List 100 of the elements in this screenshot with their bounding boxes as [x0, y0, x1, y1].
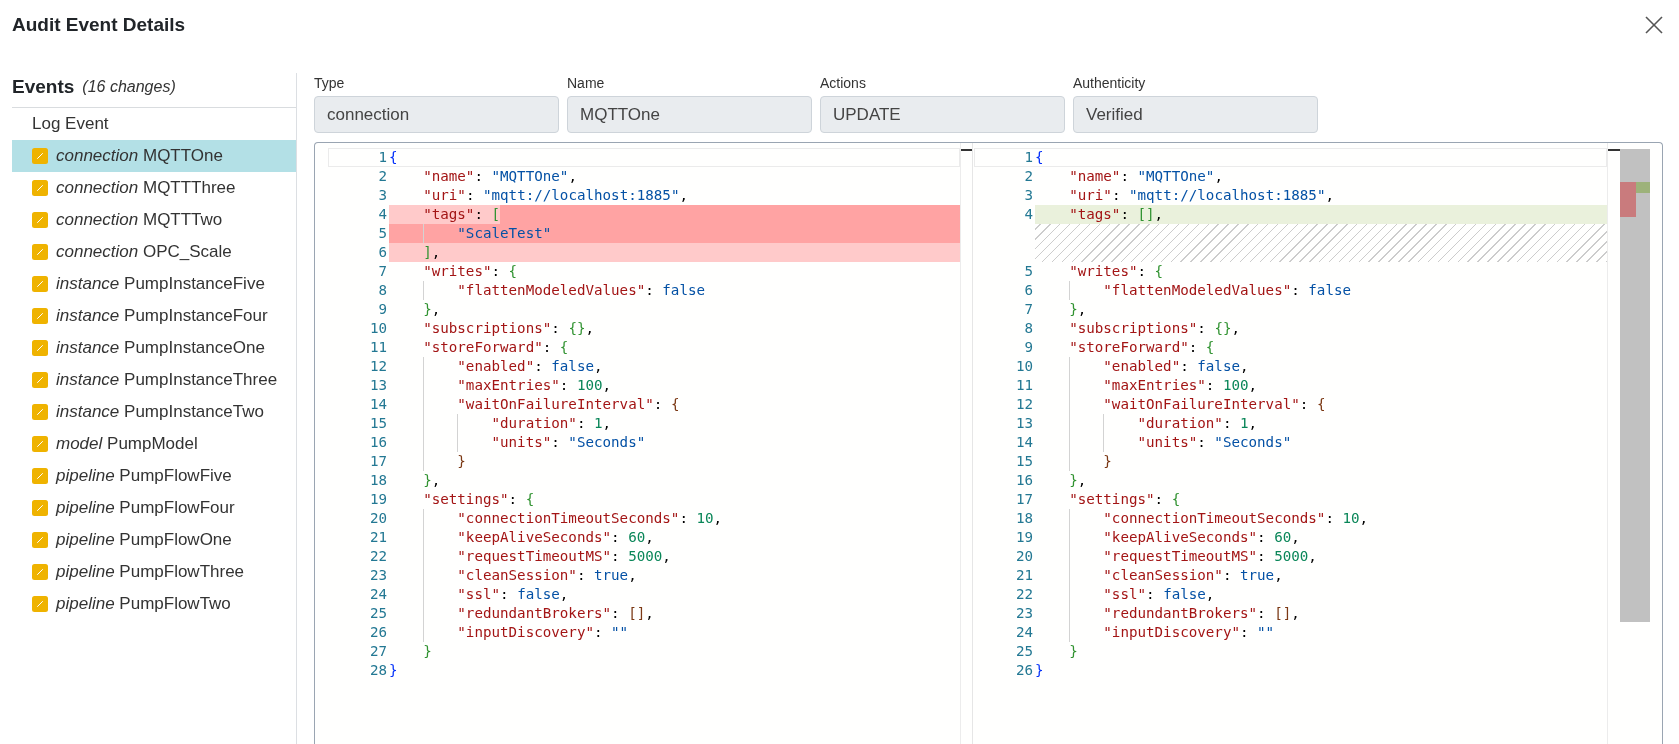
code-line: "flattenModeledValues": false	[1035, 281, 1352, 300]
line-number: 13	[369, 376, 387, 395]
code-line: },	[1068, 471, 1087, 490]
line-number: 15	[369, 414, 387, 433]
line-number: 23	[369, 566, 387, 585]
dialog-title: Audit Event Details	[12, 14, 186, 36]
code-line: }	[422, 642, 432, 661]
code-line: }	[389, 661, 398, 680]
code-line: "maxEntries": 100,	[389, 376, 612, 395]
line-number: 14	[1015, 433, 1033, 452]
line-number: 9	[378, 300, 387, 319]
line-number: 26	[1015, 661, 1033, 680]
line-number: 2	[1024, 167, 1033, 186]
line-number: 14	[369, 395, 387, 414]
readonly-field[interactable]: MQTTOne	[567, 96, 812, 133]
slash-square-icon	[32, 308, 48, 324]
line-number: 9	[1024, 338, 1033, 357]
code-line: },	[422, 300, 441, 319]
line-number: 12	[369, 357, 387, 376]
code-line: "settings": {	[1068, 490, 1181, 509]
code-line: "inputDiscovery": ""	[1035, 623, 1275, 642]
line-number: 1	[378, 148, 387, 167]
close-button[interactable]	[1645, 16, 1663, 34]
line-number: 13	[1015, 414, 1033, 433]
line-number: 25	[369, 604, 387, 623]
readonly-field[interactable]: Verified	[1073, 96, 1318, 133]
slash-square-icon	[32, 500, 48, 516]
line-number: 5	[378, 224, 387, 243]
change-count: (16 changes)	[82, 77, 176, 97]
sidebar-item[interactable]: instance PumpInstanceOne	[12, 332, 296, 364]
code-line: "subscriptions": {},	[422, 319, 594, 338]
code-line: "units": "Seconds"	[389, 433, 646, 452]
line-number: 12	[1015, 395, 1033, 414]
line-number: 7	[378, 262, 387, 281]
code-line: "settings": {	[422, 490, 535, 509]
field-label: Authenticity	[1073, 74, 1147, 93]
line-number: 19	[369, 490, 387, 509]
code-line: {	[1035, 148, 1044, 167]
sidebar-item[interactable]: instance PumpInstanceThree	[12, 364, 296, 396]
sidebar-item[interactable]: connection MQTTOne	[12, 140, 296, 172]
field-label: Type	[314, 74, 346, 93]
sidebar-item[interactable]: pipeline PumpFlowOne	[12, 524, 296, 556]
code-line: "name": "MQTTOne",	[422, 167, 577, 186]
sidebar-item[interactable]: Log Event	[12, 108, 296, 140]
line-number: 25	[1015, 642, 1033, 661]
readonly-field[interactable]: connection	[314, 96, 559, 133]
field-label: Actions	[820, 74, 867, 93]
sidebar-item[interactable]: pipeline PumpFlowThree	[12, 556, 296, 588]
sidebar-item[interactable]: connection MQTTTwo	[12, 204, 296, 236]
code-line: "name": "MQTTOne",	[1068, 167, 1223, 186]
line-number: 22	[369, 547, 387, 566]
code-line: "cleanSession": true,	[389, 566, 637, 585]
code-line: "connectionTimeoutSeconds": 10,	[389, 509, 723, 528]
line-number: 20	[369, 509, 387, 528]
slash-square-icon	[32, 564, 48, 580]
code-line: },	[1068, 300, 1087, 319]
sidebar-item[interactable]: instance PumpInstanceTwo	[12, 396, 296, 428]
code-line: {	[389, 148, 398, 167]
line-number: 4	[1024, 205, 1033, 224]
code-line: "requestTimeoutMS": 5000,	[389, 547, 671, 566]
slash-square-icon	[32, 372, 48, 388]
sidebar-item[interactable]: connection OPC_Scale	[12, 236, 296, 268]
line-number: 18	[1015, 509, 1033, 528]
line-number: 6	[378, 243, 387, 262]
line-number: 16	[369, 433, 387, 452]
code-line: "ssl": false,	[1035, 585, 1215, 604]
code-line: "connectionTimeoutSeconds": 10,	[1035, 509, 1369, 528]
sidebar-item[interactable]: pipeline PumpFlowFour	[12, 492, 296, 524]
insertion-marker-icon	[1636, 182, 1650, 193]
field-label: Name	[567, 74, 606, 93]
line-number: 16	[1015, 471, 1033, 490]
sidebar-item[interactable]: instance PumpInstanceFour	[12, 300, 296, 332]
code-line: "duration": 1,	[1035, 414, 1258, 433]
sidebar-item[interactable]: pipeline PumpFlowFive	[12, 460, 296, 492]
line-number: 17	[369, 452, 387, 471]
sidebar-item[interactable]: connection MQTTThree	[12, 172, 296, 204]
slash-square-icon	[32, 244, 48, 260]
slash-square-icon	[32, 212, 48, 228]
line-number: 21	[1015, 566, 1033, 585]
line-number: 18	[369, 471, 387, 490]
code-line: "subscriptions": {},	[1068, 319, 1240, 338]
line-number: 19	[1015, 528, 1033, 547]
code-line: "enabled": false,	[389, 357, 603, 376]
slash-square-icon	[32, 436, 48, 452]
slash-square-icon	[32, 404, 48, 420]
sidebar-item[interactable]: instance PumpInstanceFive	[12, 268, 296, 300]
line-number: 27	[369, 642, 387, 661]
line-number: 2	[378, 167, 387, 186]
code-line: "duration": 1,	[389, 414, 612, 433]
slash-square-icon	[32, 180, 48, 196]
sidebar-item[interactable]: model PumpModel	[12, 428, 296, 460]
slash-square-icon	[32, 340, 48, 356]
line-number: 15	[1015, 452, 1033, 471]
code-line: "enabled": false,	[1035, 357, 1249, 376]
line-number: 20	[1015, 547, 1033, 566]
line-number: 7	[1024, 300, 1033, 319]
line-number: 3	[378, 186, 387, 205]
readonly-field[interactable]: UPDATE	[820, 96, 1065, 133]
code-line: "keepAliveSeconds": 60,	[1035, 528, 1300, 547]
sidebar-item[interactable]: pipeline PumpFlowTwo	[12, 588, 296, 620]
